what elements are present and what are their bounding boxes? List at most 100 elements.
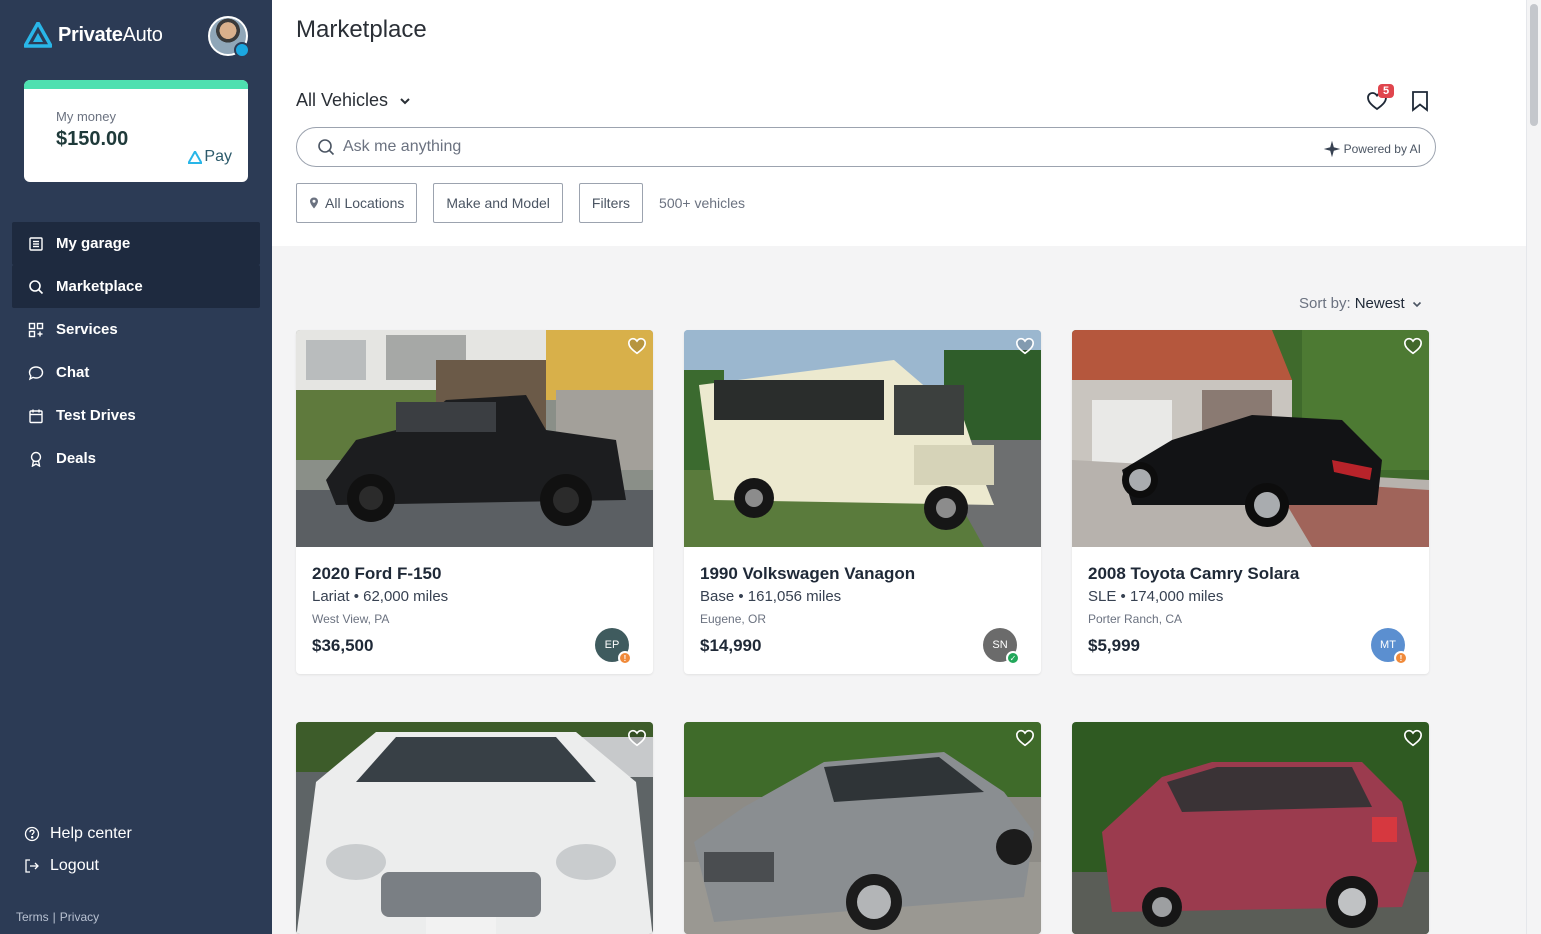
help-icon [24, 826, 40, 842]
sidebar-item-my-garage[interactable]: My garage [12, 222, 260, 265]
favorite-heart-icon[interactable] [1403, 336, 1423, 356]
seller-avatar[interactable]: MT ! [1371, 628, 1408, 665]
listing-location: West View, PA [312, 612, 390, 626]
favorite-heart-icon[interactable] [627, 336, 647, 356]
ribbon-icon [28, 451, 44, 467]
wallet-card[interactable]: My money $150.00 Pay [24, 80, 248, 182]
seller-initials: EP [604, 639, 620, 651]
listing-photo [296, 722, 653, 934]
help-center-link[interactable]: Help center [24, 818, 132, 850]
sidebar-item-label: Chat [56, 364, 90, 381]
private-auto-logo[interactable]: PrivateAuto [24, 22, 163, 48]
sidebar-item-services[interactable]: Services [12, 308, 260, 351]
page-scrollbar[interactable] [1526, 0, 1541, 934]
sort-value: Newest [1354, 295, 1405, 312]
sidebar-item-deals[interactable]: Deals [12, 437, 260, 480]
search-bar[interactable]: Powered by AI [296, 127, 1436, 167]
seller-initials: SN [992, 639, 1008, 651]
search-input[interactable] [343, 138, 1243, 156]
listing-photo [1072, 722, 1429, 934]
seller-avatar[interactable]: EP ! [595, 628, 632, 665]
favorite-heart-icon[interactable] [1015, 728, 1035, 748]
bookmark-icon[interactable] [1410, 90, 1430, 112]
location-filter-label: All Locations [325, 195, 405, 211]
sort-dropdown[interactable]: Sort by: Newest [1299, 295, 1423, 312]
logo-text: PrivateAuto [58, 23, 163, 46]
calendar-icon [28, 408, 44, 424]
wallet-label: My money [56, 109, 116, 124]
favorite-heart-icon[interactable] [627, 728, 647, 748]
make-model-filter-button[interactable]: Make and Model [433, 183, 563, 223]
seller-avatar[interactable]: SN ✓ [983, 628, 1020, 665]
scrollbar-thumb[interactable] [1530, 4, 1538, 126]
listing-location: Porter Ranch, CA [1088, 612, 1183, 626]
listing-details: 1990 Volkswagen Vanagon Base • 161,056 m… [684, 547, 1041, 674]
pay-logo-icon [188, 150, 203, 164]
wallet-accent-strip [24, 80, 248, 89]
sidebar-footer: Help center Logout [24, 818, 132, 882]
verified-check-icon: ✓ [1006, 651, 1020, 665]
sidebar-item-label: My garage [56, 235, 131, 252]
filter-row: All Locations Make and Model Filters 500… [296, 183, 745, 223]
filters-button[interactable]: Filters [578, 183, 644, 223]
chevron-down-icon [1412, 301, 1421, 307]
warning-badge-icon: ! [618, 651, 632, 665]
help-center-label: Help center [50, 825, 132, 842]
listing-card[interactable] [1072, 722, 1429, 934]
sidebar-item-label: Deals [56, 450, 97, 467]
favorite-heart-icon[interactable] [1403, 728, 1423, 748]
listing-card[interactable]: 2008 Toyota Camry Solara SLE • 174,000 m… [1072, 330, 1429, 674]
vehicle-type-dropdown[interactable]: All Vehicles [296, 90, 412, 111]
listing-details: 2020 Ford F-150 Lariat • 62,000 miles We… [296, 547, 653, 674]
logout-label: Logout [50, 857, 99, 874]
listing-card[interactable] [296, 722, 653, 934]
privacy-link[interactable]: Privacy [60, 910, 99, 924]
location-filter-button[interactable]: All Locations [296, 183, 418, 223]
page-title: Marketplace [296, 16, 427, 43]
listing-price: $36,500 [312, 636, 374, 655]
listing-trim-mileage: Lariat • 62,000 miles [312, 588, 449, 605]
gray-sedan-image [684, 722, 1041, 934]
wallet-amount: $150.00 [56, 128, 129, 150]
logo-icon [24, 22, 52, 48]
pay-logo: Pay [188, 148, 232, 166]
sidebar-item-chat[interactable]: Chat [12, 351, 260, 394]
search-icon [28, 279, 44, 295]
listing-title: 2008 Toyota Camry Solara [1088, 564, 1300, 583]
make-model-label: Make and Model [446, 195, 550, 211]
white-sedan-image [296, 722, 653, 934]
black-convertible-image [1072, 330, 1429, 547]
favorites-count-badge: 5 [1378, 84, 1395, 98]
terms-link[interactable]: Terms [16, 910, 49, 924]
sidebar-item-label: Marketplace [56, 278, 143, 295]
listing-details: 2008 Toyota Camry Solara SLE • 174,000 m… [1072, 547, 1429, 674]
logout-link[interactable]: Logout [24, 850, 132, 882]
verified-badge-icon [234, 42, 250, 58]
user-avatar[interactable] [208, 16, 250, 58]
vehicle-count: 500+ vehicles [659, 195, 746, 211]
powered-by-ai: Powered by AI [1323, 140, 1421, 158]
listing-card[interactable]: 2020 Ford F-150 Lariat • 62,000 miles We… [296, 330, 653, 674]
black-pickup-truck-image [296, 330, 653, 547]
warning-badge-icon: ! [1394, 651, 1408, 665]
listing-photo [684, 722, 1041, 934]
legal-separator: | [52, 910, 56, 924]
listing-photo [1072, 330, 1429, 547]
legal-links: Terms | Privacy [16, 910, 99, 924]
sidebar-item-test-drives[interactable]: Test Drives [12, 394, 260, 437]
listing-card[interactable] [684, 722, 1041, 934]
sidebar-item-label: Services [56, 321, 118, 338]
listing-title: 2020 Ford F-150 [312, 564, 442, 583]
sidebar-nav: My garage Marketplace Services Chat Test… [12, 222, 260, 480]
favorite-heart-icon[interactable] [1015, 336, 1035, 356]
grid-icon [28, 322, 44, 338]
white-van-image [684, 330, 1041, 547]
listing-location: Eugene, OR [700, 612, 767, 626]
listing-card[interactable]: 1990 Volkswagen Vanagon Base • 161,056 m… [684, 330, 1041, 674]
sidebar-item-marketplace[interactable]: Marketplace [12, 265, 260, 308]
listing-price: $14,990 [700, 636, 762, 655]
listing-trim-mileage: Base • 161,056 miles [700, 588, 842, 605]
logout-icon [25, 859, 39, 873]
listing-price: $5,999 [1088, 636, 1140, 655]
chevron-down-icon [400, 97, 410, 104]
